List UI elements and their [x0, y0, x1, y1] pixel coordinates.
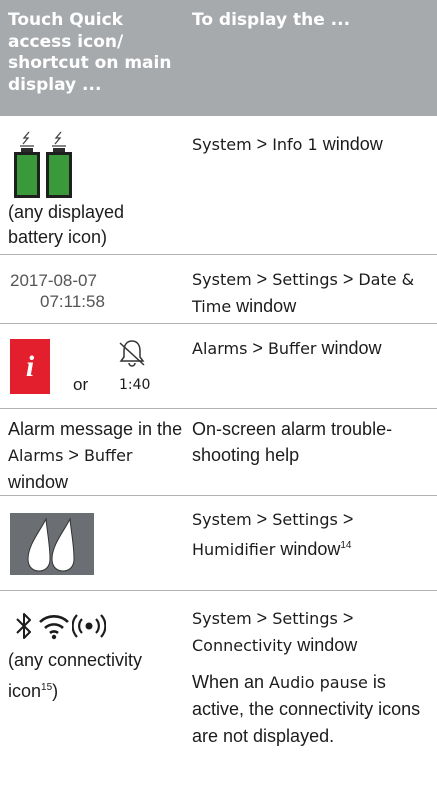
table-row-connectivity: (any connectivity icon15) System > Setti…: [0, 591, 437, 794]
humidifier-target: System > Settings > Humidifier window14: [192, 509, 354, 559]
battery-icon[interactable]: [12, 130, 78, 200]
table-header: Touch Quick access icon/ shortcut on mai…: [0, 0, 437, 116]
table-row-datetime: 2017-08-07 07:11:58 System > Settings > …: [0, 255, 437, 323]
info-alarm-icon[interactable]: i: [10, 339, 50, 394]
battery-target: System > Info 1 window: [192, 134, 383, 154]
humidifier-icon[interactable]: [10, 513, 94, 575]
connectivity-note: When an Audio pause is active, the conne…: [192, 672, 421, 746]
connectivity-caption: (any connectivity icon15): [8, 650, 143, 701]
table-row-alarm-message: Alarm message in the Alarms > Buffer win…: [0, 409, 437, 495]
date-display[interactable]: 2017-08-07: [10, 271, 97, 291]
alarm-timer: 1:40: [119, 377, 151, 393]
time-display[interactable]: 07:11:58: [40, 292, 105, 312]
battery-caption: (any displayed battery icon): [8, 202, 125, 247]
header-col-display: To display the ...: [192, 10, 351, 30]
broadcast-icon[interactable]: [72, 613, 106, 639]
datetime-target: System > Settings > Date & Time window: [192, 269, 415, 316]
alarms-target: Alarms > Buffer window: [192, 338, 382, 358]
header-col-icon: Touch Quick access icon/ shortcut on mai…: [8, 10, 172, 95]
or-label: or: [73, 375, 89, 394]
bell-muted-icon[interactable]: [117, 337, 147, 369]
wifi-icon[interactable]: [38, 612, 70, 640]
connectivity-target: System > Settings > Connectivity window: [192, 608, 358, 655]
bluetooth-icon[interactable]: [14, 611, 34, 641]
table-row-battery: (any displayed battery icon) System > In…: [0, 116, 437, 254]
table-row-alarms: i or 1:40 Alarms > Buffer window: [0, 324, 437, 408]
table-row-humidifier: System > Settings > Humidifier window14: [0, 496, 437, 590]
troubleshooting-text: On-screen alarm trouble-shooting help: [192, 419, 393, 465]
svg-text:i: i: [26, 350, 35, 383]
alarm-message-text: Alarm message in the Alarms > Buffer win…: [8, 419, 183, 492]
